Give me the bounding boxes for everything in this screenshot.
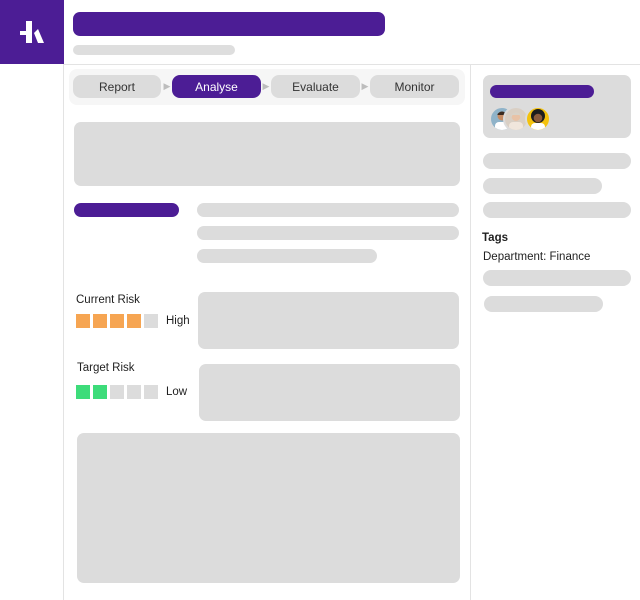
brand-logo[interactable]: [0, 0, 64, 64]
target-risk-label: Target Risk: [77, 362, 135, 374]
section-heading-placeholder: [74, 203, 179, 217]
risk-square-empty: [144, 314, 158, 328]
current-risk-label: Current Risk: [76, 294, 140, 306]
risk-square-filled: [76, 385, 90, 399]
tags-heading: Tags: [482, 232, 508, 244]
step-monitor[interactable]: Monitor: [370, 75, 459, 98]
current-risk-meter: High: [76, 314, 190, 328]
sidebar-line-placeholder: [483, 202, 631, 218]
step-evaluate[interactable]: Evaluate: [271, 75, 360, 98]
risk-square-filled: [127, 314, 141, 328]
text-line-placeholder: [197, 203, 459, 217]
sidebar-line-placeholder: [483, 270, 631, 286]
owners-card: [483, 75, 631, 138]
owners-heading-placeholder: [490, 85, 594, 98]
text-line-placeholder: [197, 249, 377, 263]
avatar-person-3[interactable]: [525, 106, 551, 132]
current-risk-level: High: [166, 315, 190, 327]
brand-logo-icon: [20, 21, 44, 43]
left-rail-divider: [63, 64, 64, 600]
page-title-placeholder: [73, 12, 385, 36]
header-divider: [64, 64, 640, 65]
risk-square-empty: [144, 385, 158, 399]
sidebar-line-placeholder: [483, 153, 631, 169]
sidebar-line-placeholder: [484, 296, 603, 312]
risk-square-empty: [110, 385, 124, 399]
risk-square-filled: [110, 314, 124, 328]
description-placeholder: [74, 122, 460, 186]
step-analyse[interactable]: Analyse: [172, 75, 261, 98]
current-risk-details-placeholder: [198, 292, 459, 349]
risk-square-filled: [93, 385, 107, 399]
chevron-right-icon: ▶: [163, 81, 171, 91]
page-subtitle-placeholder: [73, 45, 235, 55]
workflow-stepper: Report ▶ Analyse ▶ Evaluate ▶ Monitor: [69, 69, 465, 105]
target-risk-meter: Low: [76, 385, 187, 399]
text-line-placeholder: [197, 226, 459, 240]
chevron-right-icon: ▶: [262, 81, 270, 91]
tag-item[interactable]: Department: Finance: [483, 251, 590, 263]
step-report[interactable]: Report: [73, 75, 161, 98]
chevron-right-icon: ▶: [361, 81, 369, 91]
target-risk-level: Low: [166, 386, 188, 398]
risk-square-filled: [76, 314, 90, 328]
target-risk-details-placeholder: [199, 364, 460, 421]
risk-square-empty: [127, 385, 141, 399]
sidebar-line-placeholder: [483, 178, 602, 194]
sidebar-divider: [470, 64, 471, 600]
risk-square-filled: [93, 314, 107, 328]
notes-placeholder: [77, 433, 460, 583]
